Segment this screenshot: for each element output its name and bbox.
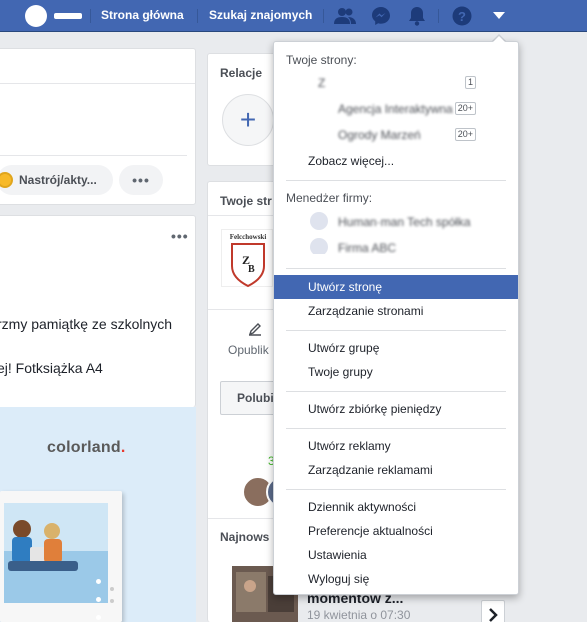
account-menu-chevron-icon[interactable] [488, 5, 510, 27]
notification-badge: 1 [464, 76, 476, 89]
notification-badge: 20+ [454, 128, 476, 141]
top-navigation-bar: Strona główna Szukaj znajomych ? [0, 0, 587, 32]
nav-divider [438, 9, 439, 23]
menu-divider [286, 428, 506, 429]
mood-activity-label: Nastrój/akty... [19, 173, 97, 187]
business-name: Human·man Tech spółka [338, 215, 471, 229]
smiley-icon [0, 172, 13, 188]
newest-title: Najnows [220, 530, 270, 544]
colorland-logo: colorland. [47, 439, 125, 457]
menu-page-item[interactable]: Agencja Interaktywna ... 20+ [308, 99, 508, 119]
post-options-icon[interactable]: ••• [171, 228, 189, 244]
create-ads-item[interactable]: Utwórz reklamy [274, 434, 518, 458]
menu-page-item[interactable]: Ogrody Marzeń 20+ [308, 125, 508, 145]
composer-more-button[interactable]: ••• [119, 165, 163, 195]
post-ad-image[interactable]: colorland. [0, 407, 196, 622]
post-composer-card: Nastrój/akty... ••• [0, 48, 196, 205]
create-fundraiser-item[interactable]: Utwórz zbiórkę pieniędzy [274, 397, 518, 421]
your-groups-item[interactable]: Twoje grupy [274, 360, 518, 384]
post-text-line: ej! Fotksiążka A4 [0, 360, 103, 376]
composer-divider [0, 83, 195, 84]
account-dropdown-menu: Twoje strony: Z 1 Agencja Interaktywna .… [273, 41, 519, 595]
add-story-button[interactable]: + [222, 94, 274, 146]
business-manager-header: Menedżer firmy: [286, 191, 373, 205]
svg-text:B: B [248, 264, 255, 275]
settings-item[interactable]: Ustawienia [274, 543, 518, 567]
post-text-line: rzmy pamiątkę ze szkolnych [0, 316, 173, 332]
menu-page-item[interactable]: Z 1 [308, 73, 508, 93]
decor-dot [96, 615, 101, 620]
publish-label[interactable]: Opublik [228, 343, 269, 357]
next-story-button[interactable] [481, 600, 505, 622]
more-dots-icon: ••• [132, 172, 150, 188]
post-card: ••• rzmy pamiątkę ze szkolnych ej! Fotks… [0, 215, 196, 407]
decor-dot [96, 579, 101, 584]
menu-divider [286, 330, 506, 331]
menu-divider [286, 268, 506, 269]
page-name: Ogrody Marzeń [338, 128, 421, 142]
logo-text: colorland [47, 439, 121, 456]
create-page-item[interactable]: Utwórz stronę [274, 275, 518, 299]
notification-badge: 20+ [454, 102, 476, 115]
menu-caret-inner [492, 36, 506, 43]
manage-ads-item[interactable]: Zarządzanie reklamami [274, 458, 518, 482]
menu-divider [286, 391, 506, 392]
menu-divider [286, 180, 506, 181]
profile-avatar[interactable] [25, 5, 47, 27]
menu-divider [286, 489, 506, 490]
home-link[interactable]: Strona główna [101, 8, 184, 22]
mood-activity-button[interactable]: Nastrój/akty... [0, 165, 113, 195]
activity-log-item[interactable]: Dziennik aktywności [274, 495, 518, 519]
logo-dot: . [120, 439, 126, 456]
page-logo-text: Felcchowski [230, 233, 267, 241]
page-logo[interactable]: Felcchowski Z B [221, 229, 273, 288]
business-avatar [310, 238, 328, 254]
create-group-item[interactable]: Utwórz grupę [274, 336, 518, 360]
find-friends-link[interactable]: Szukaj znajomych [209, 8, 312, 22]
manage-pages-item[interactable]: Zarządzanie stronami [274, 299, 518, 323]
page-name: Agencja Interaktywna ... [338, 102, 467, 116]
chevron-right-icon [489, 608, 498, 622]
story-date: 19 kwietnia o 07:30 [307, 608, 411, 622]
svg-text:?: ? [458, 9, 466, 24]
menu-business-item[interactable]: Firma ABC [308, 238, 508, 254]
composer-divider [0, 155, 187, 156]
nav-divider [90, 9, 91, 23]
page-name: Z [318, 76, 326, 90]
friend-requests-icon[interactable] [334, 5, 356, 27]
notifications-bell-icon[interactable] [406, 5, 428, 27]
business-avatar [310, 212, 328, 230]
nav-divider [197, 9, 198, 23]
your-pages-header: Twoje strony: [286, 53, 357, 67]
news-feed-preferences-item[interactable]: Preferencje aktualności [274, 519, 518, 543]
business-name: Firma ABC [338, 241, 397, 254]
see-more-pages-link[interactable]: Zobacz więcej... [274, 149, 518, 173]
photobook-image [0, 491, 122, 622]
edit-pencil-icon[interactable] [248, 322, 262, 339]
logout-item[interactable]: Wyloguj się [274, 567, 518, 591]
messenger-icon[interactable] [370, 5, 392, 27]
profile-name[interactable] [54, 13, 82, 19]
your-pages-title: Twoje str [220, 194, 272, 208]
relations-title: Relacje [220, 66, 263, 80]
menu-business-item[interactable]: Human·man Tech spółka [308, 212, 508, 232]
decor-dot [96, 597, 101, 602]
nav-divider [323, 9, 324, 23]
help-icon[interactable]: ? [451, 5, 473, 27]
plus-icon: + [239, 104, 257, 135]
